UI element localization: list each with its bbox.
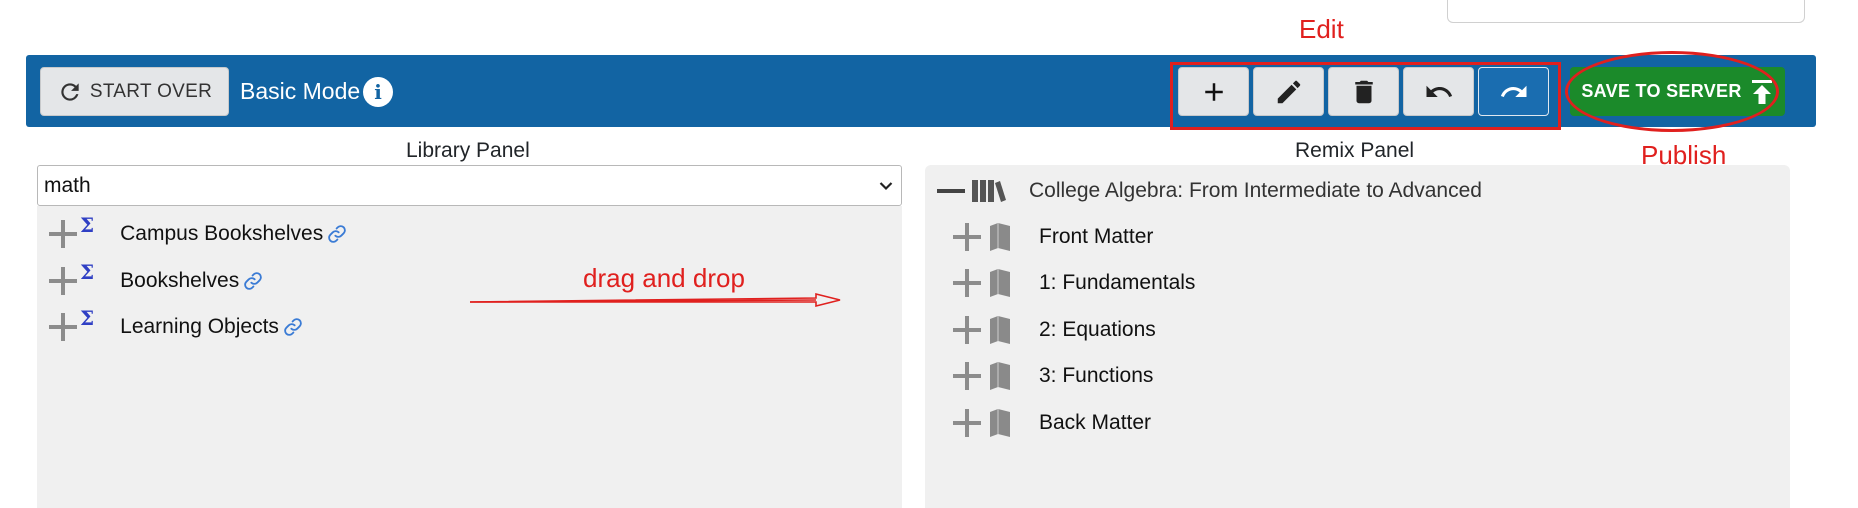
- library-item-label: Campus Bookshelves: [120, 222, 324, 245]
- chevron-down-icon: [879, 181, 893, 190]
- info-icon[interactable]: i: [363, 77, 393, 107]
- library-item[interactable]: Σ Learning Objects: [49, 306, 303, 345]
- remix-root[interactable]: College Algebra: From Intermediate to Ad…: [937, 173, 1482, 209]
- refresh-icon: [61, 82, 79, 101]
- sigma-icon: Σ: [80, 260, 95, 284]
- expand-plus-icon[interactable]: [953, 409, 981, 437]
- book-icon: [990, 362, 1010, 390]
- library-item-label: Learning Objects: [120, 315, 279, 338]
- expand-plus-icon[interactable]: [49, 220, 77, 248]
- remix-item-label: 1: Fundamentals: [1039, 271, 1196, 294]
- remix-panel-title: Remix Panel: [1295, 139, 1415, 162]
- drag-arrow-icon: [469, 292, 841, 308]
- remix-item[interactable]: 2: Equations: [953, 312, 1156, 348]
- publish-highlight-circle: [1565, 51, 1779, 132]
- expand-plus-icon[interactable]: [953, 316, 981, 344]
- start-over-button[interactable]: START OVER: [40, 67, 229, 116]
- book-icon: [990, 269, 1010, 297]
- edit-annotation: Edit: [1299, 14, 1344, 44]
- remix-item-label: 3: Functions: [1039, 364, 1154, 387]
- remix-item-label: 2: Equations: [1039, 318, 1156, 341]
- collapse-minus-icon[interactable]: [937, 177, 965, 205]
- expand-plus-icon[interactable]: [953, 223, 981, 251]
- library-select-value: math: [44, 173, 91, 197]
- mode-label: Basic Mode: [240, 78, 361, 104]
- library-panel-title: Library Panel: [406, 139, 530, 162]
- remix-item-label: Back Matter: [1039, 411, 1152, 434]
- expand-plus-icon[interactable]: [49, 267, 77, 295]
- book-icon: [990, 316, 1010, 344]
- remix-item[interactable]: Back Matter: [953, 405, 1151, 441]
- link-icon[interactable]: [243, 271, 263, 291]
- book-icon: [990, 223, 1010, 251]
- top-input-box[interactable]: [1447, 0, 1805, 23]
- remix-item[interactable]: 1: Fundamentals: [953, 265, 1195, 301]
- remix-root-label: College Algebra: From Intermediate to Ad…: [1029, 179, 1482, 202]
- library-item[interactable]: Σ Bookshelves: [49, 260, 263, 299]
- sigma-icon: Σ: [80, 213, 95, 237]
- library-books-icon: [972, 180, 1006, 202]
- library-item-label: Bookshelves: [120, 269, 240, 292]
- expand-plus-icon[interactable]: [953, 269, 981, 297]
- link-icon[interactable]: [283, 317, 303, 337]
- expand-plus-icon[interactable]: [49, 313, 77, 341]
- remix-item[interactable]: 3: Functions: [953, 358, 1153, 394]
- sigma-icon: Σ: [80, 306, 95, 330]
- library-item[interactable]: Σ Campus Bookshelves: [49, 213, 347, 252]
- library-select[interactable]: math: [37, 165, 902, 206]
- book-icon: [990, 409, 1010, 437]
- remix-item[interactable]: Front Matter: [953, 219, 1153, 255]
- link-icon[interactable]: [327, 224, 347, 244]
- expand-plus-icon[interactable]: [953, 362, 981, 390]
- edit-highlight-box: [1170, 62, 1561, 130]
- remix-item-label: Front Matter: [1039, 225, 1154, 248]
- start-over-label: START OVER: [89, 80, 213, 102]
